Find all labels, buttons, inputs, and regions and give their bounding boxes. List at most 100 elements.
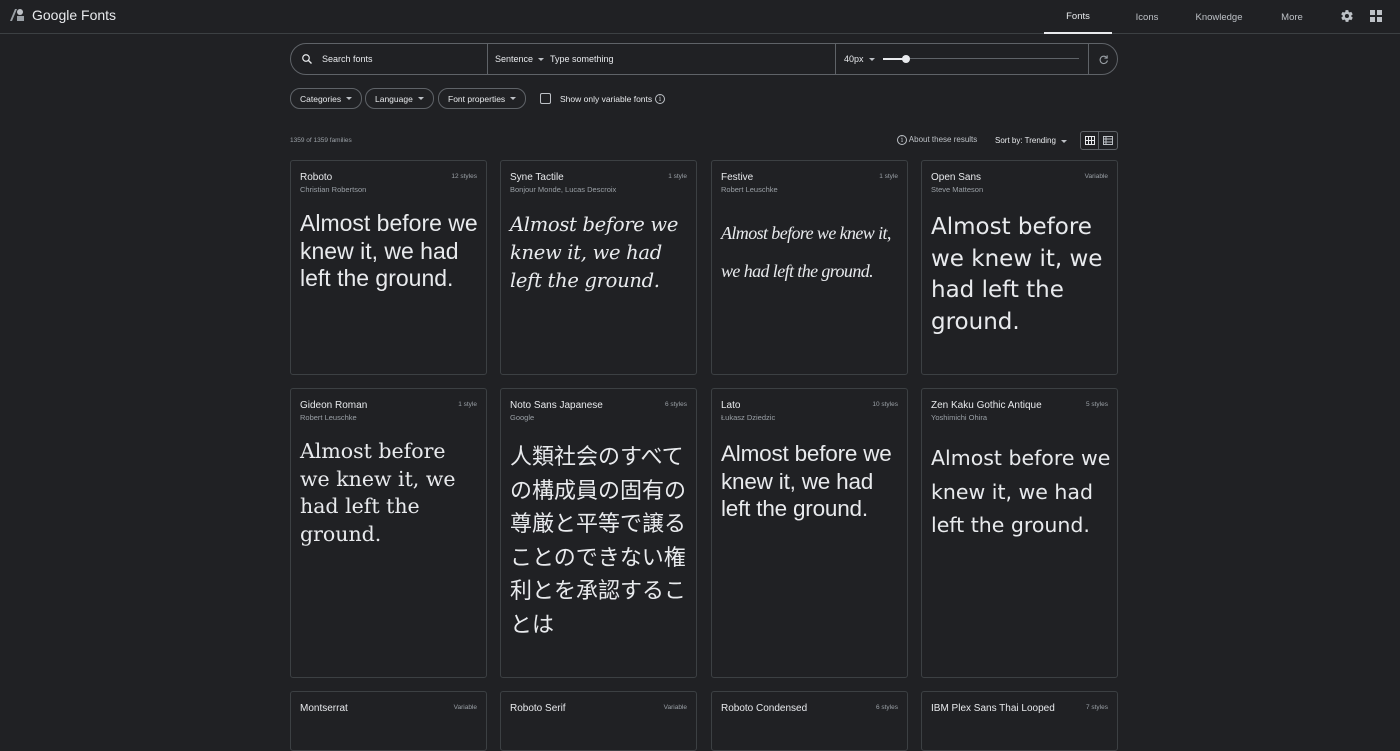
refresh-icon[interactable] [1098, 44, 1109, 74]
font-card-roboto-condensed[interactable]: Roboto Condensed 6 styles [711, 691, 908, 751]
language-filter[interactable]: Language [365, 88, 434, 109]
font-name: Gideon Roman [300, 400, 368, 411]
font-name: Open Sans [931, 172, 982, 183]
font-styles-count: Variable [453, 704, 477, 711]
font-name: Roboto [300, 172, 333, 183]
chevron-down-icon [1060, 140, 1067, 143]
font-sample: Almost before we knew it, we had left th… [721, 441, 892, 521]
chevron-down-icon [868, 57, 875, 61]
font-styles-count: 7 styles [1085, 704, 1108, 711]
results-count: 1359 of 1359 families [290, 137, 352, 144]
font-name: Syne Tactile [510, 172, 564, 183]
font-name: Festive [721, 172, 754, 183]
font-sample: Almost before we knew it, we had left th… [300, 439, 456, 546]
font-card-gideon-roman[interactable]: Gideon Roman Robert Leuschke 1 style Alm… [290, 388, 487, 678]
font-card-roboto-serif[interactable]: Roboto Serif Variable [500, 691, 697, 751]
font-card-syne-tactile[interactable]: Syne Tactile Bonjour Monde, Lucas Descro… [500, 160, 697, 375]
list-view-icon[interactable] [1099, 132, 1117, 149]
language-label: Language [375, 93, 413, 104]
font-styles-count: 1 style [879, 173, 898, 180]
chevron-down-icon [510, 97, 517, 100]
font-author: Yoshimichi Ohira [931, 413, 987, 422]
google-fonts-logo-icon [8, 6, 26, 24]
font-name: Noto Sans Japanese [510, 400, 603, 411]
font-name: IBM Plex Sans Thai Looped [931, 703, 1055, 714]
chevron-down-icon [417, 97, 424, 100]
font-properties-filter[interactable]: Font properties [438, 88, 527, 109]
chevron-down-icon [538, 57, 545, 61]
top-bar: Google Fonts Fonts Icons Knowledge More [0, 0, 1400, 34]
search-icon [301, 44, 313, 74]
font-card-roboto[interactable]: Roboto Christian Robertson 12 styles Alm… [290, 160, 487, 375]
variable-fonts-label: Show only variable fonts [560, 94, 653, 104]
preview-text-input[interactable]: Type something [550, 44, 830, 74]
search-divider [487, 44, 488, 74]
font-size-dropdown[interactable]: 40px [844, 44, 875, 74]
info-icon: i [897, 135, 907, 145]
font-name: Montserrat [300, 703, 348, 714]
size-divider [1088, 44, 1089, 74]
about-results-link[interactable]: i About these results [897, 135, 977, 145]
font-name: Zen Kaku Gothic Antique [931, 400, 1042, 411]
sort-dropdown[interactable]: Sort by: Trending [995, 136, 1067, 145]
font-sample: Almost before we knew it, we had left th… [931, 446, 1111, 537]
font-card-zen-kaku-gothic-antique[interactable]: Zen Kaku Gothic Antique Yoshimichi Ohira… [921, 388, 1118, 678]
preview-mode-dropdown[interactable]: Sentence [495, 44, 545, 74]
font-styles-count: 12 styles [451, 173, 477, 180]
search-toolbar: Search fonts Sentence Type something 40p… [290, 43, 1118, 75]
sort-label: Sort by: Trending [995, 136, 1056, 145]
apps-grid-icon[interactable] [1367, 7, 1385, 25]
font-name: Roboto Serif [510, 703, 566, 714]
font-styles-count: 6 styles [664, 401, 687, 408]
font-styles-count: 10 styles [872, 401, 898, 408]
nav-tab-fonts[interactable]: Fonts [1044, 0, 1112, 34]
app-title: Google Fonts [32, 7, 117, 23]
font-card-open-sans[interactable]: Open Sans Steve Matteson Variable Almost… [921, 160, 1118, 375]
font-card-lato[interactable]: Lato Łukasz Dziedzic 10 styles Almost be… [711, 388, 908, 678]
font-author: Robert Leuschke [721, 185, 778, 194]
font-card-ibm-plex-sans-thai-looped[interactable]: IBM Plex Sans Thai Looped 7 styles [921, 691, 1118, 751]
font-sample: Almost before we knew it, we had left th… [931, 214, 1103, 335]
preview-divider [835, 44, 836, 74]
font-card-noto-sans-japanese[interactable]: Noto Sans Japanese Google 6 styles 人類社会の… [500, 388, 697, 678]
font-card-festive[interactable]: Festive Robert Leuschke 1 style Almost b… [711, 160, 908, 375]
font-sample: Almost before we knew it, we had left th… [300, 210, 478, 291]
font-styles-count: 5 styles [1085, 401, 1108, 408]
font-author: Steve Matteson [931, 185, 984, 194]
font-name: Lato [721, 400, 741, 411]
font-sample: Almost before we knew it, we had left th… [721, 223, 891, 281]
font-properties-label: Font properties [448, 93, 506, 104]
font-card-montserrat[interactable]: Montserrat Variable [290, 691, 487, 751]
font-size-label: 40px [844, 54, 864, 64]
settings-gear-icon[interactable] [1338, 7, 1356, 25]
grid-view-icon[interactable] [1081, 132, 1099, 149]
font-author: Łukasz Dziedzic [721, 413, 776, 422]
categories-filter[interactable]: Categories [290, 88, 363, 109]
variable-fonts-info-icon[interactable]: i [655, 93, 665, 104]
nav-tab-icons[interactable]: Icons [1124, 0, 1170, 34]
font-styles-count: 1 style [668, 173, 687, 180]
font-author: Bonjour Monde, Lucas Descroix [510, 185, 617, 194]
view-toggle [1080, 131, 1118, 150]
variable-fonts-checkbox[interactable] [540, 93, 551, 104]
about-results-label: About these results [908, 135, 978, 144]
font-sample: 人類社会のすべての構成員の固有の尊厳と平等で譲ることのできない権利とを承認するこ… [510, 445, 687, 638]
font-size-slider-thumb[interactable] [902, 55, 910, 63]
font-styles-count: Variable [1084, 173, 1108, 180]
font-styles-count: 6 styles [875, 704, 898, 711]
font-author: Christian Robertson [300, 185, 367, 194]
search-input[interactable]: Search fonts [322, 44, 482, 74]
font-sample: Almost before we knew it, we had left th… [510, 213, 679, 292]
categories-label: Categories [300, 93, 342, 104]
font-author: Google [510, 413, 535, 422]
font-size-slider-track[interactable] [883, 58, 1079, 59]
nav-tab-knowledge[interactable]: Knowledge [1186, 0, 1252, 34]
preview-mode-label: Sentence [495, 54, 534, 64]
font-styles-count: Variable [663, 704, 687, 711]
font-styles-count: 1 style [458, 401, 477, 408]
google-fonts-logo[interactable]: Google Fonts [8, 6, 116, 24]
font-author: Robert Leuschke [300, 413, 357, 422]
chevron-down-icon [346, 97, 353, 100]
nav-tab-more[interactable]: More [1270, 0, 1314, 34]
font-name: Roboto Condensed [721, 703, 808, 714]
